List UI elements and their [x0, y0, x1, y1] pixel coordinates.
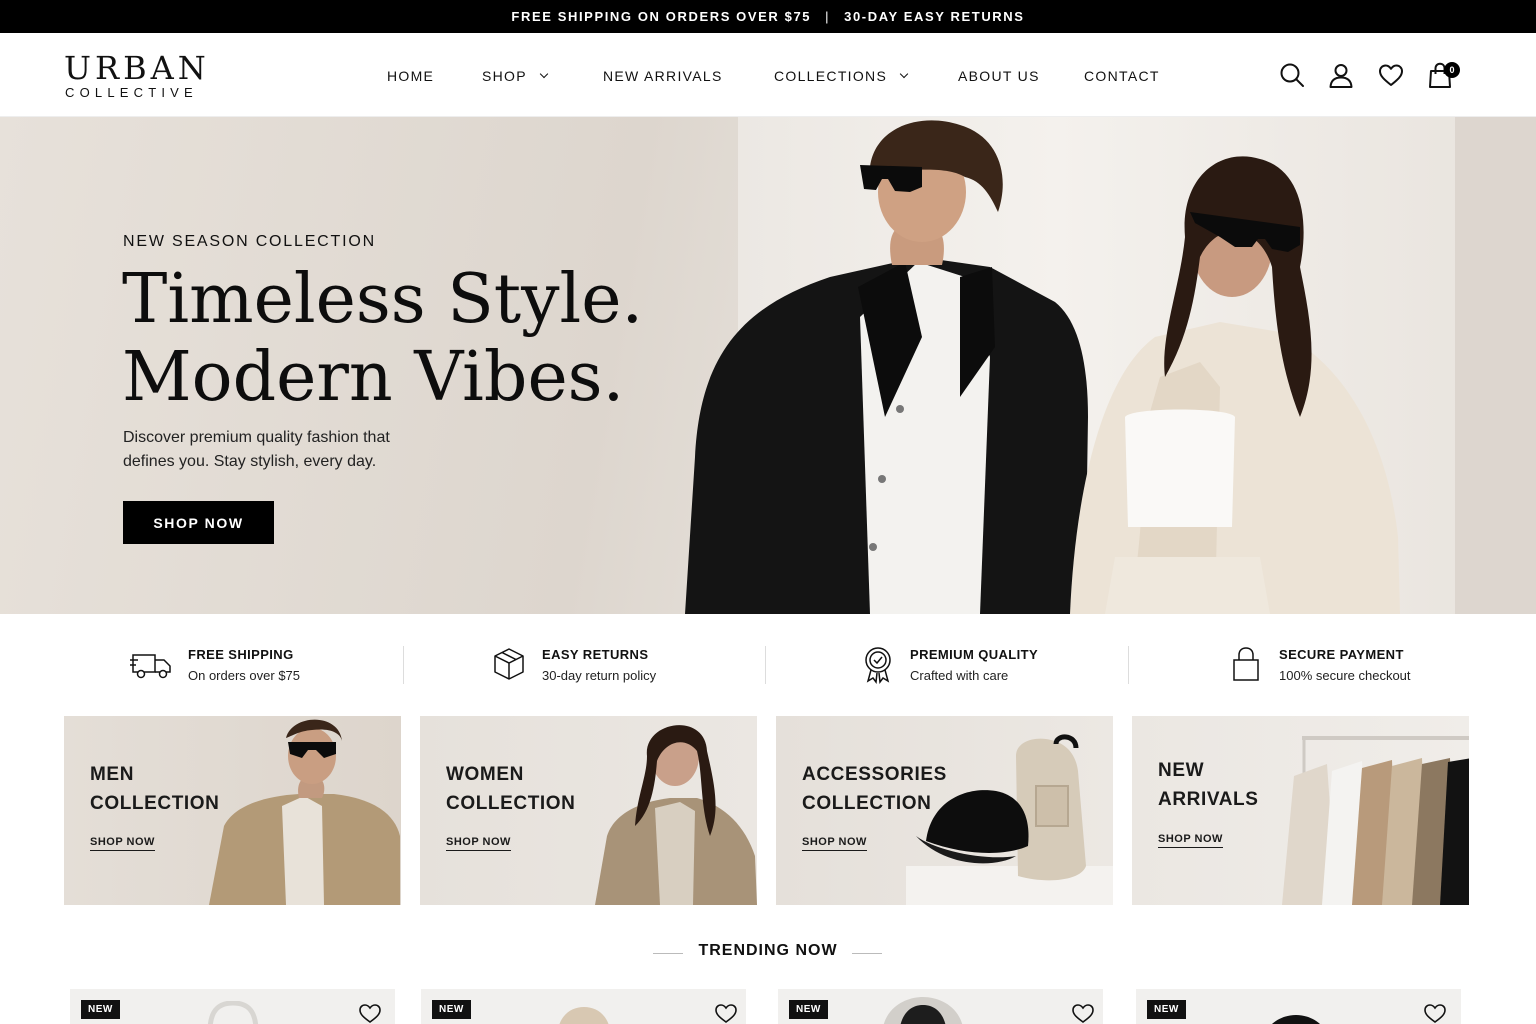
- category-title-line1: WOMEN: [446, 764, 524, 785]
- announcement-bar: FREE SHIPPING ON ORDERS OVER $75 | 30-DA…: [0, 0, 1536, 33]
- nav-home-label: HOME: [387, 68, 435, 84]
- nav-shop[interactable]: SHOP: [482, 68, 549, 84]
- category-title-line1: MEN: [90, 764, 135, 785]
- new-badge: NEW: [432, 1000, 471, 1019]
- category-title: WOMEN COLLECTION: [446, 760, 576, 818]
- truck-icon: [130, 654, 171, 679]
- category-title-line2: COLLECTION: [90, 793, 220, 814]
- wishlist-heart-icon[interactable]: [1071, 1002, 1095, 1024]
- brand-tagline: COLLECTIVE: [65, 85, 198, 100]
- category-title: NEW ARRIVALS: [1158, 756, 1259, 814]
- nav-shop-label: SHOP: [482, 68, 527, 84]
- feature-subtitle: 100% secure checkout: [1279, 668, 1411, 683]
- badge-icon: [865, 647, 891, 684]
- hero-models-image: [685, 120, 1400, 614]
- black-top-product-image: [1271, 1015, 1321, 1024]
- hero-pillar: [1455, 117, 1536, 614]
- category-card-accessories[interactable]: ACCESSORIES COLLECTION SHOP NOW: [776, 716, 1113, 905]
- hero-title: Timeless Style. Modern Vibes.: [122, 261, 643, 417]
- feature-subtitle: On orders over $75: [188, 668, 301, 683]
- nav-contact[interactable]: CONTACT: [1084, 68, 1160, 84]
- nav-collections-label: COLLECTIONS: [774, 68, 888, 84]
- category-title-line2: COLLECTION: [446, 793, 576, 814]
- announcement-shipping: FREE SHIPPING ON ORDERS OVER $75: [511, 9, 812, 24]
- announcement-returns: 30-DAY EASY RETURNS: [844, 9, 1025, 24]
- trending-title: TRENDING NOW: [698, 942, 838, 959]
- nav-about-us-label: ABOUT US: [958, 68, 1040, 84]
- nav-collections[interactable]: COLLECTIONS: [774, 68, 909, 84]
- hero-title-line2: Modern Vibes.: [122, 338, 625, 417]
- hoodie-product-image: [883, 997, 963, 1024]
- category-shop-now-link[interactable]: SHOP NOW: [90, 836, 155, 851]
- brand-name: URBAN: [64, 49, 210, 87]
- nav-about-us[interactable]: ABOUT US: [958, 68, 1040, 84]
- new-badge: NEW: [789, 1000, 828, 1019]
- announcement-separator: |: [825, 9, 831, 24]
- lock-icon: [1233, 647, 1259, 681]
- chevron-down-icon: [899, 69, 909, 79]
- trending-header: TRENDING NOW: [0, 942, 1536, 960]
- category-card-women[interactable]: WOMEN COLLECTION SHOP NOW: [420, 716, 757, 905]
- wishlist-heart-icon[interactable]: [358, 1002, 382, 1024]
- nav-home[interactable]: HOME: [387, 68, 434, 84]
- category-title-line2: ARRIVALS: [1158, 789, 1259, 810]
- chevron-down-icon: [539, 69, 549, 79]
- product-card[interactable]: NEW: [70, 989, 395, 1024]
- category-title: MEN COLLECTION: [90, 760, 220, 818]
- account-icon[interactable]: [1328, 62, 1354, 88]
- nav-contact-label: CONTACT: [1084, 68, 1160, 84]
- hero-description-line2: defines you. Stay stylish, every day.: [123, 453, 377, 470]
- product-card[interactable]: NEW: [421, 989, 746, 1024]
- nav-new-arrivals[interactable]: NEW ARRIVALS: [603, 68, 723, 84]
- wishlist-heart-icon[interactable]: [714, 1002, 738, 1024]
- hero-eyebrow: NEW SEASON COLLECTION: [123, 233, 376, 250]
- category-shop-now-link[interactable]: SHOP NOW: [1158, 833, 1223, 848]
- bag-product-image: [207, 1001, 259, 1024]
- category-title: ACCESSORIES COLLECTION: [802, 760, 947, 818]
- trending-divider-left: [653, 953, 683, 954]
- feature-title: FREE SHIPPING: [188, 647, 294, 662]
- site-header: URBAN COLLECTIVE HOME SHOP NEW ARRIVALS …: [0, 33, 1536, 117]
- category-title-line1: ACCESSORIES: [802, 764, 947, 785]
- hero-banner: NEW SEASON COLLECTION Timeless Style. Mo…: [0, 117, 1536, 614]
- feature-title: PREMIUM QUALITY: [910, 647, 1039, 662]
- hero-description-line1: Discover premium quality fashion that: [123, 429, 390, 446]
- category-card-new-arrivals[interactable]: NEW ARRIVALS SHOP NOW: [1132, 716, 1469, 905]
- category-title-line2: COLLECTION: [802, 793, 932, 814]
- clothing-rack-image: [1282, 736, 1469, 905]
- trending-divider-right: [852, 953, 882, 954]
- category-shop-now-link[interactable]: SHOP NOW: [446, 836, 511, 851]
- feature-divider: [1128, 646, 1129, 684]
- search-icon[interactable]: [1279, 62, 1305, 88]
- feature-title: EASY RETURNS: [542, 647, 649, 662]
- wishlist-icon[interactable]: [1378, 62, 1404, 88]
- hero-title-line1: Timeless Style.: [122, 260, 644, 339]
- men-model-image: [209, 719, 400, 905]
- feature-title: SECURE PAYMENT: [1279, 647, 1404, 662]
- hero-description: Discover premium quality fashion that de…: [123, 426, 463, 474]
- brand-logo[interactable]: URBAN COLLECTIVE: [64, 51, 210, 100]
- feature-subtitle: Crafted with care: [910, 668, 1009, 683]
- cap-product-image: [559, 1007, 609, 1024]
- nav-new-arrivals-label: NEW ARRIVALS: [603, 68, 723, 84]
- category-card-men[interactable]: MEN COLLECTION SHOP NOW: [64, 716, 401, 905]
- new-badge: NEW: [81, 1000, 120, 1019]
- box-icon: [494, 648, 524, 680]
- women-model-image: [595, 725, 757, 905]
- feature-divider: [403, 646, 404, 684]
- features-bar: FREE SHIPPING On orders over $75 EASY RE…: [0, 614, 1536, 714]
- new-badge: NEW: [1147, 1000, 1186, 1019]
- product-card[interactable]: NEW: [778, 989, 1103, 1024]
- feature-divider: [765, 646, 766, 684]
- cart-count-badge: 0: [1444, 62, 1460, 78]
- product-card[interactable]: NEW: [1136, 989, 1461, 1024]
- hero-shop-now-button[interactable]: SHOP NOW: [123, 501, 274, 544]
- feature-subtitle: 30-day return policy: [542, 668, 657, 683]
- category-title-line1: NEW: [1158, 760, 1205, 781]
- category-shop-now-link[interactable]: SHOP NOW: [802, 836, 867, 851]
- wishlist-heart-icon[interactable]: [1423, 1002, 1447, 1024]
